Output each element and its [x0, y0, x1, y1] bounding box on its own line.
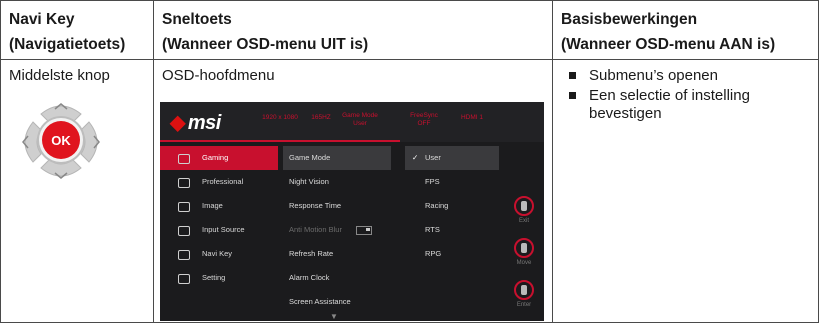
- key-label: Move: [516, 260, 532, 266]
- status-text: User: [353, 120, 367, 127]
- side-item-label: Setting: [202, 273, 226, 282]
- check-icon: ✓: [412, 153, 419, 162]
- msi-logo: ◆ msi: [170, 110, 221, 135]
- header-sneltoets-line2: (Wanneer OSD-menu UIT is): [162, 36, 369, 53]
- navi-key-icon: [514, 238, 534, 258]
- header-navi-key: Navi Key (Navigatietoets): [0, 0, 154, 60]
- table-header-row: Navi Key (Navigatietoets) Sneltoets (Wan…: [0, 0, 819, 60]
- osd-screenshot: ◆ msi 1920 x 1080 165HZ Game Mode User Fre…: [160, 102, 544, 321]
- mid-item-label: Anti Motion Blur: [289, 225, 342, 234]
- mid-item-refresh-rate: Refresh Rate: [289, 249, 334, 258]
- mid-item-game-mode: Game Mode: [283, 146, 391, 170]
- navi-key-diagram: OK: [11, 92, 111, 192]
- option-racing: Racing: [425, 201, 449, 210]
- scroll-down-icon: ▼: [330, 312, 338, 321]
- side-item-label: Professional: [202, 177, 244, 186]
- status-resolution: 1920 x 1080: [256, 114, 304, 122]
- navi-key-position-text: Middelste knop: [9, 67, 110, 84]
- header-basisbewerkingen-line1: Basisbewerkingen: [561, 11, 698, 28]
- option-label: User: [425, 153, 441, 162]
- status-text: Game Mode: [342, 112, 378, 119]
- key-enter: Enter: [504, 280, 544, 308]
- side-item-gaming: Gaming: [160, 146, 278, 170]
- cell-navi-key: Middelste knop OK: [0, 59, 154, 323]
- side-item-navi-key: Navi Key: [160, 242, 278, 266]
- side-item-setting: Setting: [160, 266, 278, 290]
- osd-main-menu-text: OSD-hoofdmenu: [162, 67, 275, 84]
- mid-item-screen-assistance: Screen Assistance: [289, 297, 351, 306]
- gear-icon: [178, 274, 190, 284]
- side-item-input-source: Input Source: [160, 218, 278, 242]
- star-icon: [178, 178, 190, 188]
- list-item: Submenu’s openen: [561, 67, 810, 85]
- osd-gaming-submenu: Game Mode Night Vision Response Time Ant…: [283, 146, 391, 314]
- key-label: Enter: [516, 302, 532, 308]
- input-source-icon: [178, 226, 190, 236]
- key-exit: Exit: [504, 196, 544, 224]
- header-sneltoets: Sneltoets (Wanneer OSD-menu UIT is): [153, 0, 553, 60]
- side-item-label: Navi Key: [202, 249, 233, 258]
- side-item-label: Gaming: [202, 153, 229, 162]
- msi-dragon-icon: ◆: [170, 112, 185, 134]
- side-item-label: Image: [202, 201, 223, 210]
- list-item: Een selectie of instelling bevestigen: [561, 87, 810, 123]
- osd-game-mode-options: ✓ User FPS Racing RTS RPG: [405, 146, 499, 266]
- msi-wordmark: msi: [187, 112, 221, 134]
- option-user: ✓ User: [405, 146, 499, 170]
- navi-key-icon: [514, 280, 534, 300]
- key-move: Move: [504, 238, 544, 266]
- mid-item-anti-motion-blur: Anti Motion Blur: [283, 218, 391, 242]
- status-refresh: 165HZ: [306, 114, 336, 122]
- status-text: FreeSync: [410, 112, 438, 119]
- option-rpg: RPG: [425, 249, 442, 258]
- image-icon: [178, 202, 190, 212]
- mid-item-response-time: Response Time: [289, 201, 342, 210]
- key-label: Exit: [518, 218, 529, 224]
- status-text: OFF: [417, 120, 431, 127]
- osd-key-guide: Exit Move Enter: [504, 196, 544, 321]
- header-navi-key-line1: Navi Key: [9, 11, 75, 28]
- cell-basisbewerkingen: Submenu’s openen Een selectie of instell…: [552, 59, 819, 323]
- toggle-icon: [355, 225, 372, 235]
- ok-button: OK: [42, 121, 80, 159]
- status-text: 1920 x 1080: [262, 114, 298, 121]
- operations-list: Submenu’s openen Een selectie of instell…: [561, 67, 810, 123]
- mid-item-alarm-clock: Alarm Clock: [289, 273, 330, 282]
- status-game-mode: Game Mode User: [340, 112, 380, 128]
- status-freesync: FreeSync OFF: [406, 112, 442, 128]
- osd-side-menu: Gaming Professional Image Input Source N…: [160, 146, 278, 290]
- header-basisbewerkingen: Basisbewerkingen (Wanneer OSD-menu AAN i…: [552, 0, 819, 60]
- side-item-label: Input Source: [202, 225, 245, 234]
- mid-item-night-vision: Night Vision: [289, 177, 329, 186]
- side-item-professional: Professional: [160, 170, 278, 194]
- status-input: HDMI 1: [456, 114, 488, 122]
- navi-key-icon: [178, 250, 190, 260]
- osd-accent-line: [160, 140, 400, 142]
- option-rts: RTS: [425, 225, 440, 234]
- header-basisbewerkingen-line2: (Wanneer OSD-menu AAN is): [561, 36, 776, 53]
- status-text: 165HZ: [311, 114, 331, 121]
- header-navi-key-line2: (Navigatietoets): [9, 36, 126, 53]
- gamepad-icon: [178, 154, 190, 164]
- side-item-image: Image: [160, 194, 278, 218]
- option-fps: FPS: [425, 177, 440, 186]
- navi-key-icon: [514, 196, 534, 216]
- status-text: HDMI 1: [460, 114, 484, 121]
- header-sneltoets-line1: Sneltoets: [162, 11, 232, 28]
